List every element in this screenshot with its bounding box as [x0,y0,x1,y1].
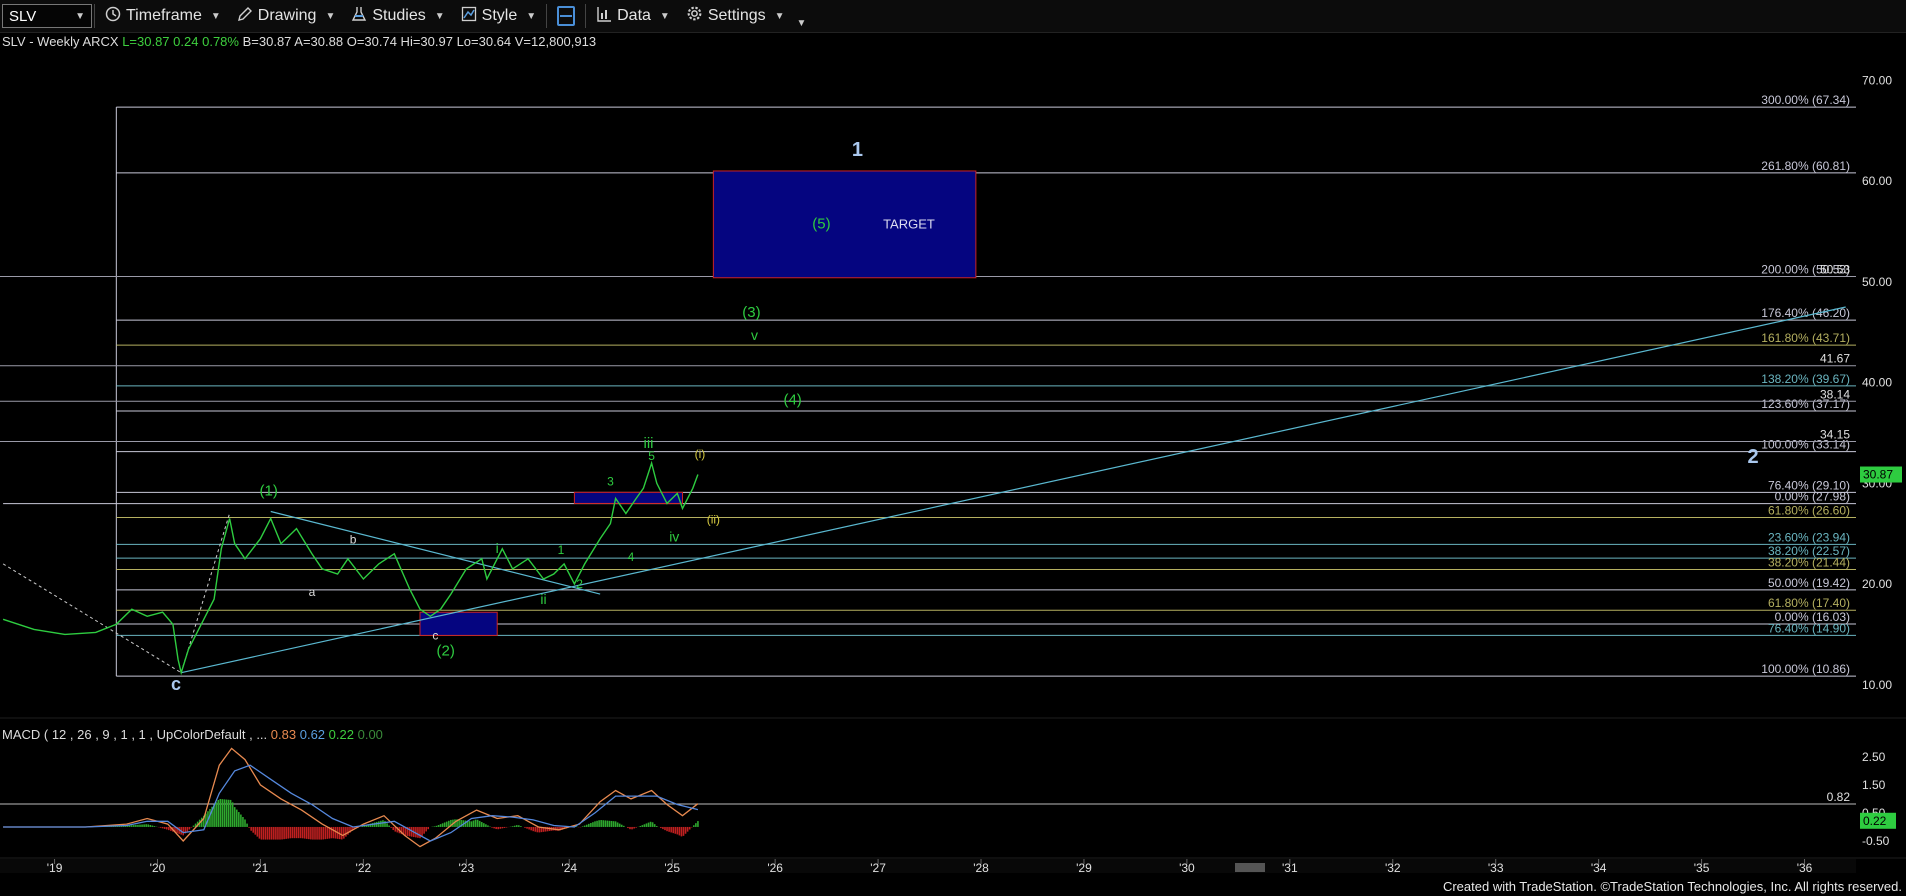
time-axis-label: '21 [253,861,269,875]
wave-label: 2 [1747,446,1758,468]
wave-label: a [309,585,316,599]
trendlines-layer [2,306,1846,674]
macd-line [3,747,699,848]
time-axis-label: '33 [1488,861,1504,875]
wave-label: 4 [628,550,635,564]
boxes-layer [419,170,977,636]
wave-label: (2) [437,643,455,660]
fib-level-label: 38.20% (21.44) [1768,556,1850,570]
time-scrollbar-thumb[interactable] [1235,863,1265,872]
macd-axis-tick: 2.50 [1862,750,1886,764]
price-axis-tick: 70.00 [1862,73,1892,87]
fib-level-label: 161.80% (43.71) [1761,331,1850,345]
wave-label: (3) [742,304,760,321]
price-level-label: 50.53 [1820,262,1850,276]
zone-box [712,170,977,279]
fib-level-label: 176.40% (46.20) [1761,306,1850,320]
price-level-label: 41.67 [1820,352,1850,366]
fib-level-label: 300.00% (67.34) [1761,93,1850,107]
price-axis-tick: 20.00 [1862,577,1892,591]
wave-label: c [432,628,438,642]
price-axis-layer: 70.0060.0050.0040.0030.0020.0010.0030.87 [1860,73,1902,692]
time-axis-label: '35 [1694,861,1710,875]
wave-label: (4) [783,392,801,409]
last-price-label: 30.87 [1863,468,1893,482]
trendline [270,510,601,595]
time-axis-layer: '19 '20 '21 '22 '23 '24 '25 '26 '27 '28 '29 '30 '31 '… [0,859,1856,875]
wave-label: TARGET [883,216,935,231]
time-axis-label: '30 [1179,861,1195,875]
time-axis-label: '25 [664,861,680,875]
wave-label: 5 [648,449,655,463]
wave-label: 3 [607,474,614,488]
trendline [181,306,1846,674]
wave-label: i [496,540,499,556]
time-axis-label: '28 [973,861,989,875]
chart-canvas[interactable]: 300.00% (67.34)261.80% (60.81)200.00% (5… [0,0,1906,896]
macd-panel: 0.822.501.500.50-0.500.22 [0,747,1896,848]
macd-value-2: 0.62 [299,727,326,742]
macd-value-4: 0.00 [357,727,383,742]
time-axis-label: '26 [767,861,783,875]
macd-level-label: 0.82 [1827,790,1851,804]
macd-value-1: 0.83 [270,727,297,742]
time-axis-label: '29 [1076,861,1092,875]
fib-level-label: 61.80% (17.40) [1768,596,1850,610]
price-axis-tick: 40.00 [1862,376,1892,390]
price-level-label: 34.15 [1820,427,1850,441]
dashed-line [2,563,182,674]
fib-level-label: 261.80% (60.81) [1761,159,1850,173]
price-axis-tick: 50.00 [1862,275,1892,289]
copyright-footer: Created with TradeStation. ©TradeStation… [1442,879,1902,894]
time-axis-label: '20 [150,861,166,875]
wave-label: 2 [576,577,583,591]
time-axis-label: '23 [458,861,474,875]
fib-level-label: 100.00% (10.86) [1761,662,1850,676]
wave-label: ii [540,591,546,607]
macd-name: MACD ( 12 , 26 , 9 , 1 , 1 , UpColorDefa… [2,727,268,742]
macd-last-label: 0.22 [1863,814,1887,828]
macd-header: MACD ( 12 , 26 , 9 , 1 , 1 , UpColorDefa… [2,727,383,742]
time-axis-label: '19 [47,861,63,875]
wave-label: 1 [852,139,863,161]
wave-label: 1 [558,543,565,557]
fib-level-label: 76.40% (14.90) [1768,621,1850,635]
time-axis-label: '34 [1591,861,1607,875]
price-axis-tick: 10.00 [1862,678,1892,692]
wave-label: v [751,327,758,343]
time-axis-band [0,859,1856,873]
time-axis-label: '36 [1797,861,1813,875]
price-axis-tick: 60.00 [1862,174,1892,188]
price-level-label: 38.14 [1820,387,1850,401]
fib-level-label: 23.60% (23.94) [1768,530,1850,544]
wave-label: c [171,674,181,694]
fib-level-label: 0.00% (27.98) [1775,490,1850,504]
fib-level-label: 138.20% (39.67) [1761,372,1850,386]
wave-label: (1) [260,482,278,499]
time-axis-label: '27 [870,861,886,875]
macd-axis-tick: -0.50 [1862,834,1890,848]
time-axis-label: '22 [356,861,372,875]
fib-level-label: 50.00% (19.42) [1768,576,1850,590]
wave-label: iv [669,529,679,545]
wave-label: b [350,533,357,547]
macd-axis-tick: 1.50 [1862,778,1886,792]
macd-value-3: 0.22 [328,727,354,742]
time-axis-label: '31 [1282,861,1298,875]
wave-label: (ii) [707,513,720,527]
time-axis-label: '24 [561,861,577,875]
wave-label: (5) [812,215,830,232]
time-axis-label: '32 [1385,861,1401,875]
fib-level-label: 61.80% (26.60) [1768,504,1850,518]
wave-label: (i) [695,447,706,461]
